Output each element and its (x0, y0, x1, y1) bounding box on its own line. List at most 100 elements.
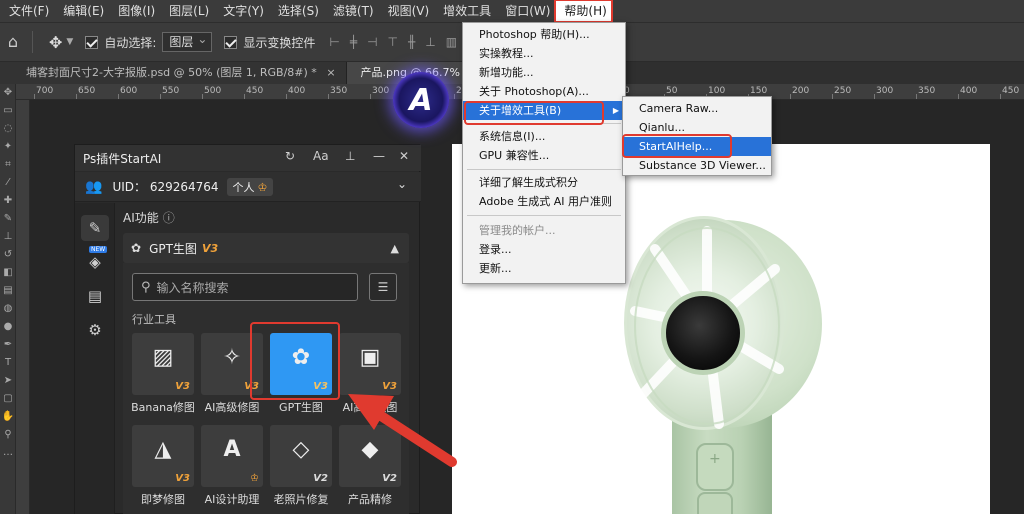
user-id: UID： 629264764 (112, 180, 219, 194)
menu-item-photoshop-help[interactable]: Photoshop 帮助(H)... (463, 25, 625, 44)
gear-icon[interactable]: ⚙ (81, 317, 109, 343)
menu-item-sign-in[interactable]: 登录... (463, 240, 625, 259)
menu-window[interactable]: 窗口(W) (496, 0, 555, 22)
new-badge: NEW (89, 246, 108, 253)
align-bottom-icon[interactable]: ⊥ (425, 35, 435, 49)
pin-icon[interactable]: ⊥ (345, 149, 355, 163)
list-view-button[interactable]: ☰ (369, 273, 397, 301)
auto-select-checkbox[interactable] (85, 35, 99, 49)
ruler-tick (790, 94, 791, 99)
shape-icon[interactable]: ▢ (0, 390, 16, 408)
move-icon[interactable]: ✥ (0, 84, 16, 102)
menu-item-whats-new[interactable]: 新增功能... (463, 63, 625, 82)
menu-item-about-photoshop[interactable]: 关于 Photoshop(A)... (463, 82, 625, 101)
account-type-badge[interactable]: 个人 ♔ (226, 177, 274, 196)
plus-icon: + (709, 451, 721, 467)
tool-label: 即梦修图 (141, 493, 185, 506)
ruler-label: 450 (246, 86, 264, 96)
menu-filter[interactable]: 滤镜(T) (324, 0, 379, 22)
tool-banana-retouch[interactable]: ▨ V3 (132, 333, 194, 395)
ruler-tick (328, 94, 329, 99)
minimize-icon[interactable]: — (373, 149, 385, 163)
tool-product-retouch[interactable]: ◆ V2 (339, 425, 401, 487)
history-brush-icon[interactable]: ↺ (0, 246, 16, 264)
align-top-icon[interactable]: ⊤ (388, 35, 398, 49)
tool-ai-advanced-liquify[interactable]: ▣ V3 (339, 333, 401, 395)
refresh-icon[interactable]: ↻ (285, 149, 295, 163)
menu-file[interactable]: 文件(F) (0, 0, 54, 22)
menu-select[interactable]: 选择(S) (269, 0, 324, 22)
home-icon[interactable]: ⌂ (4, 33, 22, 51)
auto-select-dropdown[interactable]: 图层 (162, 30, 213, 52)
tool-label: Banana修图 (131, 401, 195, 414)
menu-item-updates[interactable]: 更新... (463, 259, 625, 278)
panel-title-bar: Ps插件StartAI ↻ Aa ⊥ — ✕ (75, 145, 421, 171)
path-select-icon[interactable]: ➤ (0, 372, 16, 390)
move-tool-icon[interactable]: ✥ (49, 33, 62, 52)
eyedropper-icon[interactable]: ⁄ (0, 174, 16, 192)
distribute-icon[interactable]: ▥ (446, 35, 457, 49)
user-icon[interactable]: 👥 (85, 179, 102, 195)
menu-edit[interactable]: 编辑(E) (54, 0, 109, 22)
tool-ai-design-assistant[interactable]: A ♔ (201, 425, 263, 487)
align-left-icon[interactable]: ⊢ (329, 35, 339, 49)
hand-icon[interactable]: ✋ (0, 408, 16, 426)
menu-image[interactable]: 图像(I) (109, 0, 160, 22)
gradient-icon[interactable]: ▤ (0, 282, 16, 300)
close-icon[interactable]: × (326, 66, 335, 79)
menu-item-tutorials[interactable]: 实操教程... (463, 44, 625, 63)
edit-icon[interactable]: ✎ (81, 215, 109, 241)
ruler-tick (118, 94, 119, 99)
tab-cover-psd[interactable]: 埔客封面尺寸2-大字报版.psd @ 50% (图层 1, RGB/8#) * … (0, 62, 347, 84)
magic-wand-icon[interactable]: ✦ (0, 138, 16, 156)
dodge-icon[interactable]: ● (0, 318, 16, 336)
brush-icon[interactable]: ✎ (0, 210, 16, 228)
close-icon[interactable]: ✕ (399, 149, 409, 163)
section-title: AI功能 (123, 211, 159, 225)
menu-item-generative-credits[interactable]: 详细了解生成式积分 (463, 173, 625, 192)
menu-plugins[interactable]: 增效工具 (434, 0, 496, 22)
menu-item-genai-guidelines[interactable]: Adobe 生成式 AI 用户准则 (463, 192, 625, 211)
divider (32, 31, 33, 53)
version-badge: V3 (175, 381, 190, 392)
startai-plugin-panel: Ps插件StartAI ↻ Aa ⊥ — ✕ 👥 UID： 629264764 … (74, 144, 421, 514)
chevron-down-icon[interactable]: ⌄ (397, 177, 407, 191)
pen-icon[interactable]: ✒ (0, 336, 16, 354)
info-icon[interactable]: ⓘ (163, 211, 175, 225)
tool-old-photo-restore[interactable]: ◇ V2 (270, 425, 332, 487)
menu-item-system-info[interactable]: 系统信息(I)... (463, 127, 625, 146)
stamp-icon[interactable]: ⊥ (0, 228, 16, 246)
submenu-item-substance-viewer[interactable]: Substance 3D Viewer... (623, 156, 771, 175)
menu-item-gpu-compat[interactable]: GPU 兼容性... (463, 146, 625, 165)
tool-jimeng-retouch[interactable]: ◮ V3 (132, 425, 194, 487)
eraser-icon[interactable]: ◧ (0, 264, 16, 282)
align-right-icon[interactable]: ⊣ (367, 35, 377, 49)
show-transform-checkbox[interactable] (224, 35, 238, 49)
ruler-tick (286, 94, 287, 99)
menu-view[interactable]: 视图(V) (379, 0, 435, 22)
clipboard-icon[interactable]: ▤ (81, 283, 109, 309)
menu-bar: 文件(F) 编辑(E) 图像(I) 图层(L) 文字(Y) 选择(S) 滤镜(T… (0, 0, 1024, 23)
marquee-icon[interactable]: ▭ (0, 102, 16, 120)
chevron-down-icon[interactable]: ▼ (66, 37, 73, 47)
crop-icon[interactable]: ⌗ (0, 156, 16, 174)
chevron-up-icon[interactable]: ▲ (391, 242, 399, 255)
blur-icon[interactable]: ◍ (0, 300, 16, 318)
align-middle-icon[interactable]: ╫ (408, 35, 415, 49)
align-center-icon[interactable]: ╪ (350, 35, 357, 49)
more-tools-icon[interactable]: … (0, 444, 16, 462)
menu-layer[interactable]: 图层(L) (160, 0, 214, 22)
type-icon[interactable]: T (0, 354, 16, 372)
ruler-label: 350 (330, 86, 348, 96)
submenu-item-camera-raw[interactable]: Camera Raw... (623, 99, 771, 118)
lasso-icon[interactable]: ◌ (0, 120, 16, 138)
search-input[interactable]: ⚲ 输入名称搜索 (132, 273, 358, 301)
menu-help[interactable]: 帮助(H) (554, 0, 613, 23)
gpt-image-header[interactable]: ✿ GPT生图 V3 ▲ (123, 233, 409, 263)
version-badge: V3 (201, 241, 219, 255)
healing-icon[interactable]: ✚ (0, 192, 16, 210)
font-size-icon[interactable]: Aa (313, 149, 329, 163)
zoom-icon[interactable]: ⚲ (0, 426, 16, 444)
menu-type[interactable]: 文字(Y) (214, 0, 269, 22)
ruler-tick (160, 94, 161, 99)
